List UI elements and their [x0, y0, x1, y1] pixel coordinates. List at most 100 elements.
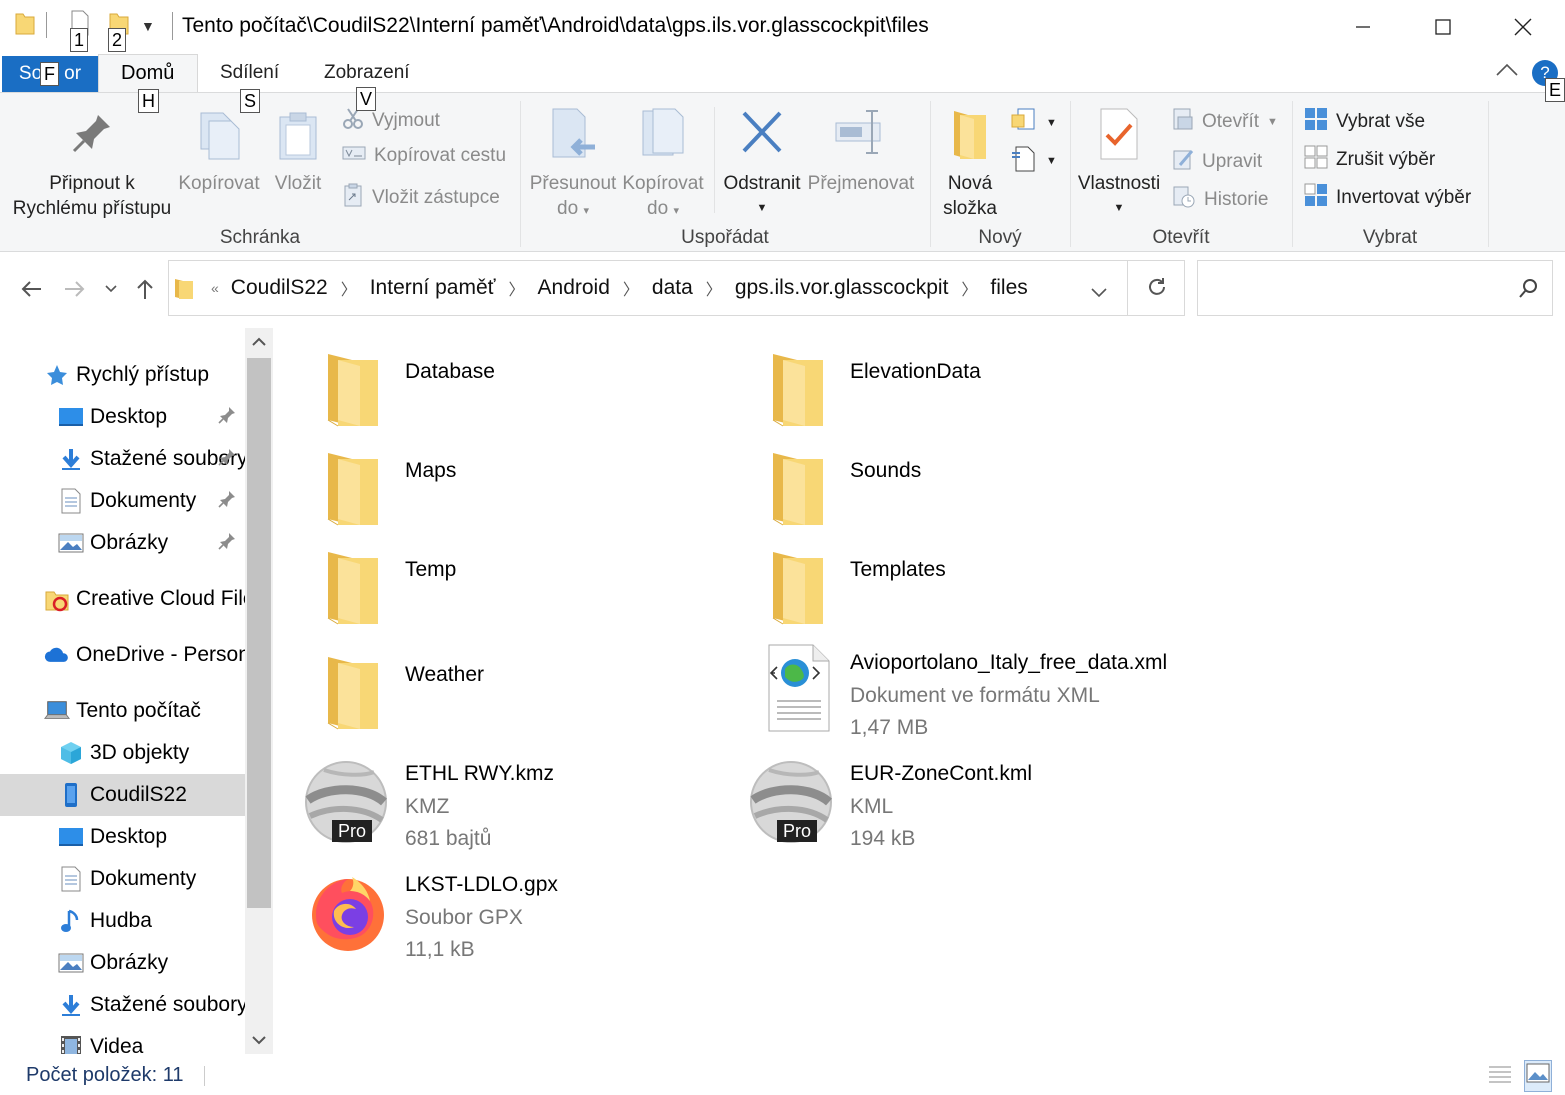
desktop-icon [58, 824, 84, 850]
nav-scroll-thumb[interactable] [247, 358, 271, 908]
details-view-button[interactable] [1487, 1062, 1513, 1092]
move-to-button[interactable]: Přesunout do ▾ [526, 107, 620, 224]
breadcrumb-item[interactable]: CoudilS22 [231, 276, 328, 300]
address-bar[interactable]: « CoudilS22 〉 Interní paměť 〉 Android 〉 … [168, 260, 1185, 316]
sidebar-item[interactable]: Hudba [0, 900, 245, 942]
file-item[interactable]: Pro EUR-ZoneCont.kml KML 194 kB [735, 750, 1175, 850]
select-none-button[interactable]: Zrušit výběr [1304, 145, 1435, 175]
search-box[interactable] [1197, 260, 1553, 316]
search-icon[interactable] [1518, 277, 1540, 305]
tab-home[interactable]: Domů [98, 54, 198, 92]
breadcrumb-overflow[interactable]: « [211, 280, 219, 296]
breadcrumb-chevron-icon[interactable]: 〉 [623, 276, 639, 300]
forward-button[interactable] [60, 274, 90, 304]
refresh-button[interactable] [1145, 275, 1169, 305]
sidebar-item[interactable]: CoudilS22 [0, 774, 245, 816]
folder-icon [310, 445, 394, 529]
new-item-button[interactable]: ▼ [1010, 107, 1057, 139]
delete-dropdown-icon[interactable]: ▼ [720, 196, 804, 221]
pin-quick-access-button[interactable]: Připnout k Rychlému přístupu [8, 111, 176, 221]
tab-share[interactable]: Sdílení [220, 62, 279, 84]
sidebar-item[interactable]: Stažené soubory [0, 984, 245, 1026]
breadcrumb-chevron-icon[interactable]: 〉 [341, 276, 357, 300]
folder-item[interactable]: Database [290, 336, 730, 436]
item-count: Počet položek: 11 [26, 1064, 184, 1086]
address-history-dropdown[interactable] [1091, 281, 1107, 304]
open-button[interactable]: Otevřít ▼ [1172, 107, 1278, 137]
maximize-button[interactable] [1403, 0, 1483, 54]
scroll-down-icon[interactable] [245, 1026, 273, 1054]
paste-shortcut-button[interactable]: Vložit zástupce [342, 183, 500, 213]
file-item[interactable]: Pro ETHL RWY.kmz KMZ 681 bajtů [290, 750, 730, 850]
sidebar-item[interactable]: Desktop [0, 816, 245, 858]
sidebar-item[interactable]: Videa [0, 1026, 245, 1054]
easy-access-button[interactable]: ▼ [1010, 143, 1057, 179]
file-name: Sounds [850, 459, 922, 482]
customize-quick-access-dropdown[interactable]: ▼ [141, 18, 155, 34]
sidebar-item[interactable]: Stažené soubory [0, 438, 245, 480]
sidebar-item[interactable]: Obrázky [0, 942, 245, 984]
back-button[interactable] [16, 274, 46, 304]
sidebar-item[interactable]: Desktop [0, 396, 245, 438]
edit-button[interactable]: Upravit [1172, 147, 1262, 177]
file-list: Database ElevationData Maps Sounds Temp Templ… [290, 328, 1560, 1054]
copy-to-button[interactable]: Kopírovat do ▾ [618, 107, 708, 224]
sidebar-item[interactable]: Obrázky [0, 522, 245, 564]
cut-button[interactable]: Vyjmout [342, 107, 440, 135]
group-label-organize: Uspořádat [681, 227, 769, 248]
chevron-down-icon [1091, 288, 1107, 298]
sidebar-item[interactable]: Creative Cloud Files [0, 578, 245, 620]
search-input[interactable] [1206, 271, 1506, 305]
new-item-dropdown-icon: ▼ [1046, 117, 1057, 129]
sidebar-item-label: Stažené soubory [90, 993, 245, 1016]
minimize-button[interactable] [1323, 0, 1403, 54]
breadcrumb-item[interactable]: files [990, 276, 1027, 300]
invert-selection-icon [1304, 183, 1328, 213]
file-size: 194 kB [850, 827, 916, 850]
sidebar-item[interactable]: Dokumenty [0, 858, 245, 900]
download-icon [58, 992, 84, 1018]
properties-button[interactable]: Vlastnosti ▼ [1074, 107, 1164, 221]
breadcrumb-item[interactable]: gps.ils.vor.glasscockpit [735, 276, 949, 300]
copy-label: Kopírovat [178, 173, 260, 194]
folder-item[interactable]: ElevationData [735, 336, 1175, 436]
folder-item[interactable]: Templates [735, 534, 1175, 634]
rename-button[interactable]: Přejmenovat [804, 107, 918, 196]
nav-scrollbar[interactable] [245, 328, 273, 1054]
folder-item[interactable]: Sounds [735, 435, 1175, 535]
breadcrumb-chevron-icon[interactable]: 〉 [961, 276, 977, 300]
select-all-button[interactable]: Vybrat vše [1304, 107, 1425, 137]
copy-path-button[interactable]: Kopírovat cestu [342, 145, 506, 167]
breadcrumb-chevron-icon[interactable]: 〉 [706, 276, 722, 300]
collapse-ribbon-icon[interactable] [1495, 62, 1519, 83]
new-folder-button[interactable]: Nová složka [936, 107, 1004, 221]
qa-divider [46, 12, 47, 38]
folder-item[interactable]: Temp [290, 534, 730, 634]
close-button[interactable] [1483, 0, 1563, 54]
up-button[interactable] [130, 274, 160, 304]
delete-button[interactable]: Odstranit ▼ [720, 107, 804, 221]
breadcrumb-item[interactable]: Android [538, 276, 610, 300]
keytip-view: V [356, 87, 377, 111]
sidebar-item[interactable]: Rychlý přístup [0, 354, 245, 396]
folder-item[interactable]: Weather [290, 639, 730, 739]
breadcrumb-chevron-icon[interactable]: 〉 [509, 276, 525, 300]
scroll-up-icon[interactable] [245, 328, 273, 356]
breadcrumb-item[interactable]: data [652, 276, 693, 300]
sidebar-item[interactable]: 3D objekty [0, 732, 245, 774]
copy-button[interactable]: Kopírovat [174, 111, 264, 196]
invert-selection-button[interactable]: Invertovat výběr [1304, 183, 1471, 213]
sidebar-item[interactable]: OneDrive - Personal [0, 634, 245, 676]
tab-view[interactable]: Zobrazení [324, 62, 410, 84]
history-button[interactable]: Historie [1172, 185, 1268, 215]
large-icons-view-button[interactable] [1524, 1060, 1552, 1092]
recent-locations-button[interactable] [96, 274, 126, 304]
breadcrumb-item[interactable]: Interní paměť [370, 276, 496, 300]
file-item[interactable]: LKST-LDLO.gpx Soubor GPX 11,1 kB [290, 861, 730, 961]
properties-dropdown-icon[interactable]: ▼ [1074, 196, 1164, 221]
file-item[interactable]: Avioportolano_Italy_free_data.xml Dokumen… [735, 639, 1175, 739]
paste-button[interactable]: Vložit [266, 111, 330, 196]
folder-item[interactable]: Maps [290, 435, 730, 535]
sidebar-item[interactable]: Tento počítač [0, 690, 245, 732]
sidebar-item[interactable]: Dokumenty [0, 480, 245, 522]
